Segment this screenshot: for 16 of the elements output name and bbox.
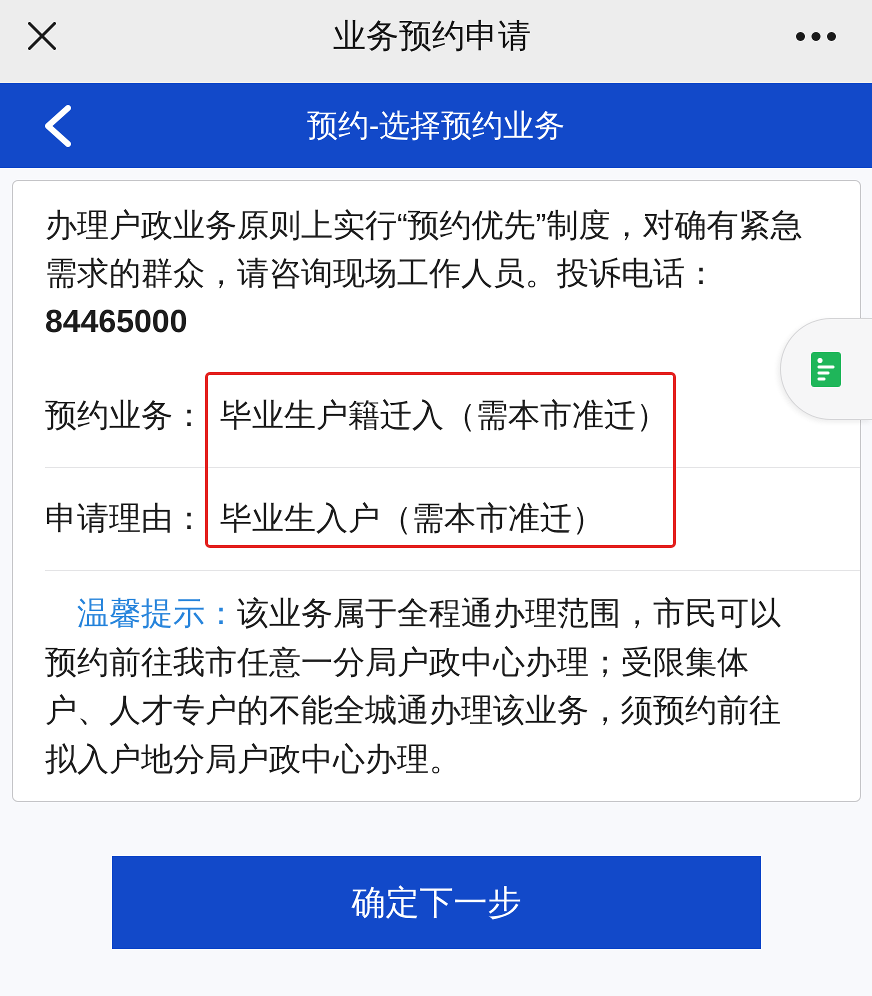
tip-text: 温馨提示：该业务属于全程通办理范围，市民可以预约前往我市任意一分局户政中心办理；受限集体户、人才专户的不能全城通办理该业务，须预约前往拟入户地分局户政中心办理。 <box>45 594 782 778</box>
field-value: 毕业生入户（需本市准迁） <box>220 499 605 538</box>
field-label: 申请理由： <box>45 499 206 538</box>
back-icon <box>42 104 72 146</box>
more-button[interactable] <box>796 32 836 40</box>
close-button[interactable] <box>28 22 56 50</box>
document-icon <box>811 352 841 386</box>
more-icon <box>796 32 836 40</box>
notice-text: 办理户政业务原则上实行“预约优先”制度，对确有紧急需求的群众，请咨询现场工作人员。投诉电话：84465000 <box>45 206 804 341</box>
field-label: 预约业务： <box>45 396 206 435</box>
header-title: 预约-选择预约业务 <box>306 106 566 144</box>
back-button[interactable] <box>42 104 72 146</box>
field-value: 毕业生户籍迁入（需本市准迁） <box>220 396 669 435</box>
page-title: 业务预约申请 <box>333 16 531 56</box>
close-icon <box>28 22 56 50</box>
next-step-button[interactable]: 确定下一步 <box>112 856 761 949</box>
